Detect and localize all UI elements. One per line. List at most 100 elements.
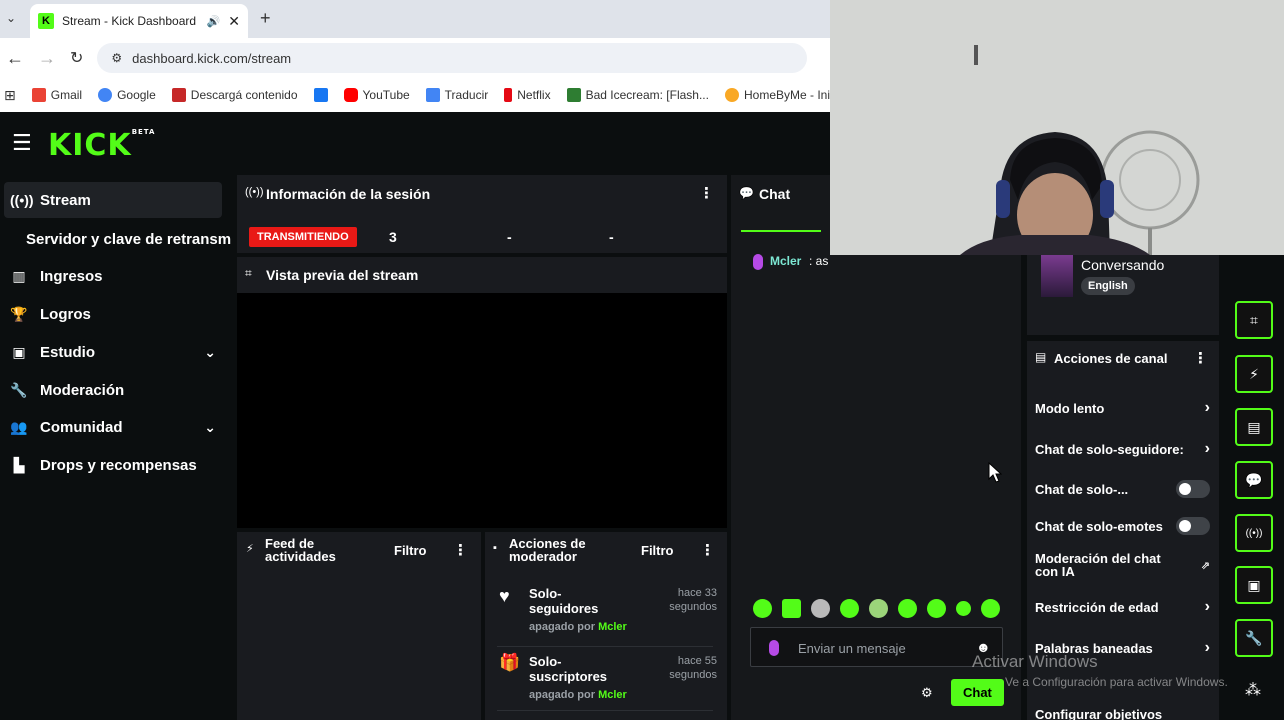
rail-notes-button[interactable]: ▤ — [1235, 408, 1273, 446]
mod-action-user[interactable]: Mcler — [598, 689, 627, 701]
sidebar-item-comunidad[interactable]: 👥 Comunidad ⌄ — [4, 409, 222, 445]
emote-icon[interactable] — [898, 599, 917, 618]
reload-icon[interactable]: ↻ — [70, 48, 83, 68]
studio-icon: ▣ — [12, 343, 26, 360]
speaker-icon[interactable]: 🔊 — [207, 15, 221, 28]
windows-activation-subtext: Ve a Configuración para activar Windows. — [1005, 675, 1228, 689]
back-icon[interactable]: ← — [6, 48, 24, 69]
kick-logo[interactable]: KICKBETA — [48, 128, 155, 163]
sidebar-item-ingresos[interactable]: ▥ Ingresos — [4, 258, 222, 294]
chat-message-user[interactable]: Mcler — [770, 254, 801, 268]
chat-settings-gear-icon[interactable]: ⚙ — [921, 685, 933, 701]
mod-action-user[interactable]: Mcler — [598, 621, 627, 633]
mod-more-icon[interactable]: ⋮ — [700, 541, 715, 559]
sidebar-item-drops[interactable]: ▙ Drops y recompensas — [4, 447, 222, 483]
rail-moderation-button[interactable]: 🔧 — [1235, 619, 1273, 657]
activity-more-icon[interactable]: ⋮ — [453, 541, 468, 559]
bookmark-homebyme[interactable]: HomeByMe - Inic — [724, 88, 830, 102]
action-goals[interactable]: Configurar objetivos — [1035, 708, 1210, 720]
rail-chat-button[interactable]: 💬 — [1235, 461, 1273, 499]
mod-action-time: hace 55 segundos — [669, 655, 717, 681]
sidebar-item-server-key[interactable]: Servidor y clave de retransm — [20, 221, 234, 257]
notes-icon: ▤ — [1247, 418, 1261, 435]
chevron-right-icon: › — [1204, 440, 1210, 457]
webcam-image — [830, 0, 1284, 255]
layout-icon[interactable]: ⁂ — [1245, 680, 1261, 700]
chevron-down-icon[interactable]: ⌄ — [204, 419, 216, 436]
bookmark-label: YouTube — [362, 88, 410, 102]
emote-icon[interactable] — [927, 599, 946, 618]
session-info-panel: ((•)) Información de la sesión ⋮ TRANSMI… — [237, 175, 727, 253]
sidebar-item-logros[interactable]: 🏆 Logros — [4, 296, 222, 332]
apps-grid-icon[interactable]: ⊞ — [4, 87, 16, 104]
wrench-icon: 🔧 — [10, 381, 28, 398]
session-more-icon[interactable]: ⋮ — [699, 184, 714, 202]
new-tab-icon[interactable]: + — [260, 8, 271, 29]
action-slow-mode[interactable]: Modo lento › — [1035, 398, 1210, 418]
chevron-down-icon[interactable]: ⌄ — [204, 344, 216, 361]
divider — [497, 710, 713, 711]
activity-filter-button[interactable]: Filtro — [394, 543, 427, 558]
site-info-icon[interactable]: ⚙ — [111, 51, 122, 65]
emote-icon[interactable] — [811, 599, 830, 618]
bookmark-traducir[interactable]: Traducir — [425, 88, 488, 102]
stream-tag[interactable]: English — [1081, 277, 1135, 295]
bookmark-descarga[interactable]: Descargá contenido — [171, 88, 298, 102]
sidebar-item-estudio[interactable]: ▣ Estudio ⌄ — [4, 334, 222, 370]
rail-mod-actions-button[interactable]: ▣ — [1235, 566, 1273, 604]
bookmark-netflix[interactable]: Netflix — [504, 88, 551, 102]
broadcast-icon: ((•)) — [1245, 527, 1263, 539]
facebook-icon — [313, 88, 328, 102]
rail-preview-button[interactable]: ⌗ — [1235, 301, 1273, 339]
bookmark-facebook[interactable] — [313, 88, 328, 102]
mod-filter-button[interactable]: Filtro — [641, 543, 674, 558]
channel-actions-more-icon[interactable]: ⋮ — [1193, 349, 1208, 367]
sidebar-item-moderacion[interactable]: 🔧 Moderación — [4, 372, 222, 408]
emote-icon[interactable] — [782, 599, 801, 618]
browser-tab[interactable]: K Stream - Kick Dashboard 🔊 ✕ — [30, 4, 248, 38]
chat-input[interactable]: Enviar un mensaje ☻ — [750, 627, 1003, 667]
emote-icon[interactable] — [981, 599, 1000, 618]
activity-feed-panel: ⚡ Feed de actividades Filtro ⋮ — [237, 532, 481, 720]
category-thumbnail[interactable] — [1041, 255, 1073, 297]
emote-icon[interactable] — [956, 601, 971, 616]
stream-preview-video[interactable] — [237, 293, 727, 528]
homebyme-icon — [724, 88, 739, 102]
emote-bar — [753, 599, 1000, 618]
action-ai-moderation[interactable]: Moderación del chat con IA ⇗ — [1035, 551, 1210, 579]
stream-category[interactable]: Conversando — [1081, 257, 1164, 273]
url-field[interactable]: ⚙ dashboard.kick.com/stream — [97, 43, 808, 73]
mod-action-title: Solo-seguidores — [529, 586, 599, 616]
forward-icon[interactable]: → — [38, 48, 56, 69]
wrench-icon: 🔧 — [1245, 629, 1263, 646]
emote-icon[interactable] — [753, 599, 772, 618]
close-tab-icon[interactable]: ✕ — [228, 13, 240, 30]
emotes-only-toggle[interactable] — [1176, 517, 1210, 535]
mod-action-by: apagado por — [529, 689, 596, 701]
bookmark-youtube[interactable]: YouTube — [343, 88, 410, 102]
subscribers-only-toggle[interactable] — [1176, 480, 1210, 498]
lightning-icon: ⚡ — [1249, 365, 1259, 382]
action-followers-only[interactable]: Chat de solo-seguidore: › — [1035, 439, 1210, 459]
menu-hamburger-icon[interactable]: ☰ — [12, 130, 32, 156]
emote-icon[interactable] — [840, 599, 859, 618]
action-emotes-only[interactable]: Chat de solo-emotes — [1035, 516, 1210, 536]
session-stat-viewers: 3 — [389, 229, 397, 245]
rail-broadcast-button[interactable]: ((•)) — [1235, 514, 1273, 552]
chat-title: Chat — [759, 186, 791, 202]
bookmark-bad-icecream[interactable]: Bad Icecream: [Flash... — [566, 88, 709, 102]
bookmark-google[interactable]: Google — [98, 88, 156, 102]
action-age-restriction[interactable]: Restricción de edad › — [1035, 597, 1210, 617]
sidebar-item-label: Stream — [40, 191, 91, 209]
emote-icon[interactable] — [869, 599, 888, 618]
chat-send-button[interactable]: Chat — [951, 679, 1004, 706]
tab-list-icon[interactable]: ⌄ — [6, 11, 16, 25]
bookmark-gmail[interactable]: Gmail — [31, 88, 82, 102]
chevron-right-icon: › — [1204, 598, 1210, 615]
netflix-icon — [504, 88, 513, 102]
action-subscribers-only[interactable]: Chat de solo-... — [1035, 479, 1210, 499]
sidebar-item-stream[interactable]: ((•)) Stream — [4, 182, 222, 218]
action-label: Configurar objetivos — [1035, 708, 1163, 720]
rail-activity-button[interactable]: ⚡ — [1235, 355, 1273, 393]
bookmarks-bar: ⊞ Gmail Google Descargá contenido YouTub… — [0, 78, 830, 112]
